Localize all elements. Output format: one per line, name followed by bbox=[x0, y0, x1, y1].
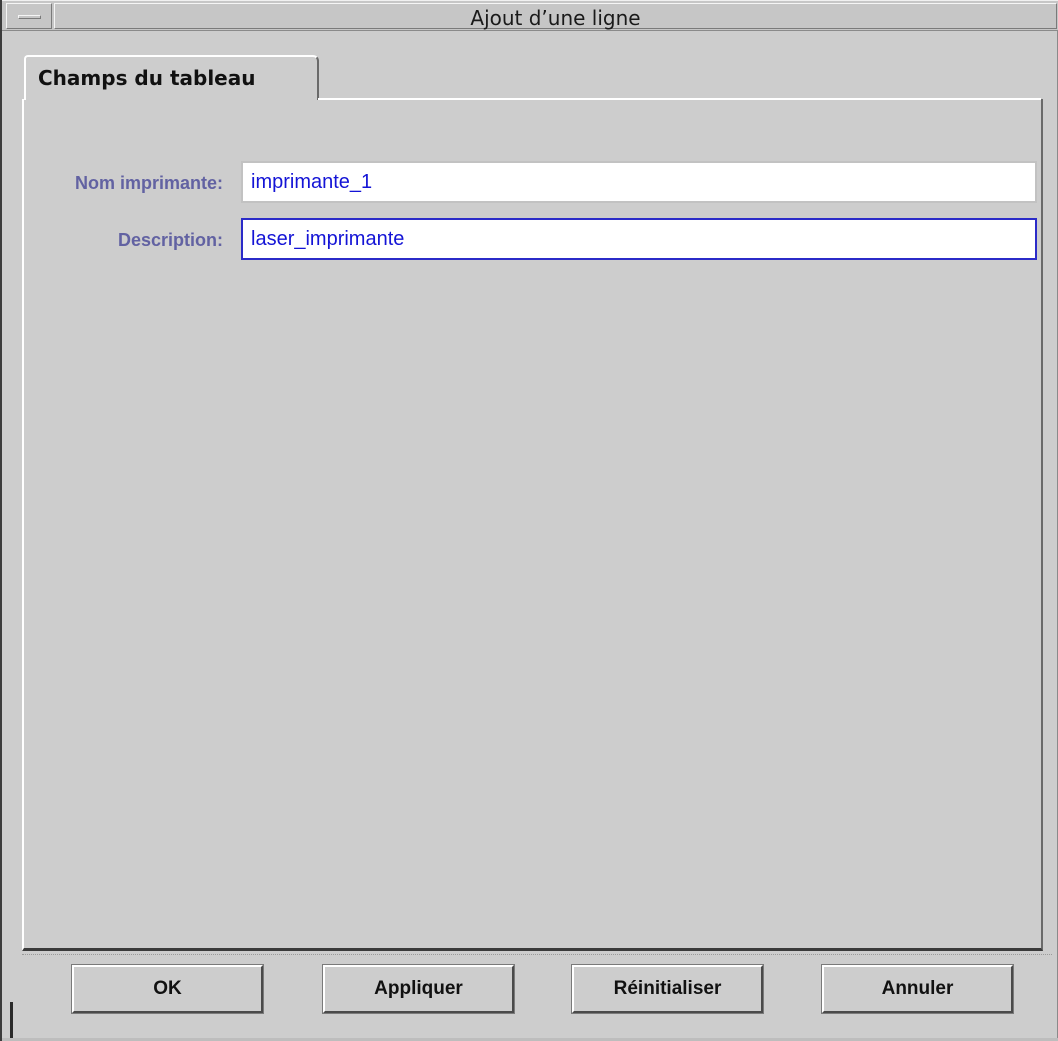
window-menu-icon bbox=[18, 15, 41, 19]
window-menu-button[interactable] bbox=[6, 3, 52, 29]
tab-label: Champs du tableau bbox=[38, 66, 256, 90]
title-area[interactable]: Ajout d’une ligne bbox=[54, 3, 1057, 30]
printer-name-label: Nom imprimante: bbox=[74, 173, 223, 193]
dialog-window: Ajout d’une ligne Champs du tableau Nom … bbox=[0, 0, 1058, 1041]
tab-champs-du-tableau[interactable]: Champs du tableau bbox=[24, 55, 319, 100]
reset-button[interactable]: Réinitialiser bbox=[571, 964, 764, 1014]
button-bar-separator bbox=[22, 954, 1052, 955]
resize-handle[interactable] bbox=[10, 1002, 13, 1038]
title-bar[interactable]: Ajout d’une ligne bbox=[2, 0, 1058, 31]
description-input[interactable] bbox=[241, 218, 1037, 260]
printer-name-input[interactable] bbox=[241, 161, 1037, 203]
cancel-button[interactable]: Annuler bbox=[821, 964, 1014, 1014]
window-title: Ajout d’une ligne bbox=[470, 6, 641, 30]
ok-button[interactable]: OK bbox=[71, 964, 264, 1014]
apply-button[interactable]: Appliquer bbox=[322, 964, 515, 1014]
description-label: Description: bbox=[117, 230, 223, 250]
